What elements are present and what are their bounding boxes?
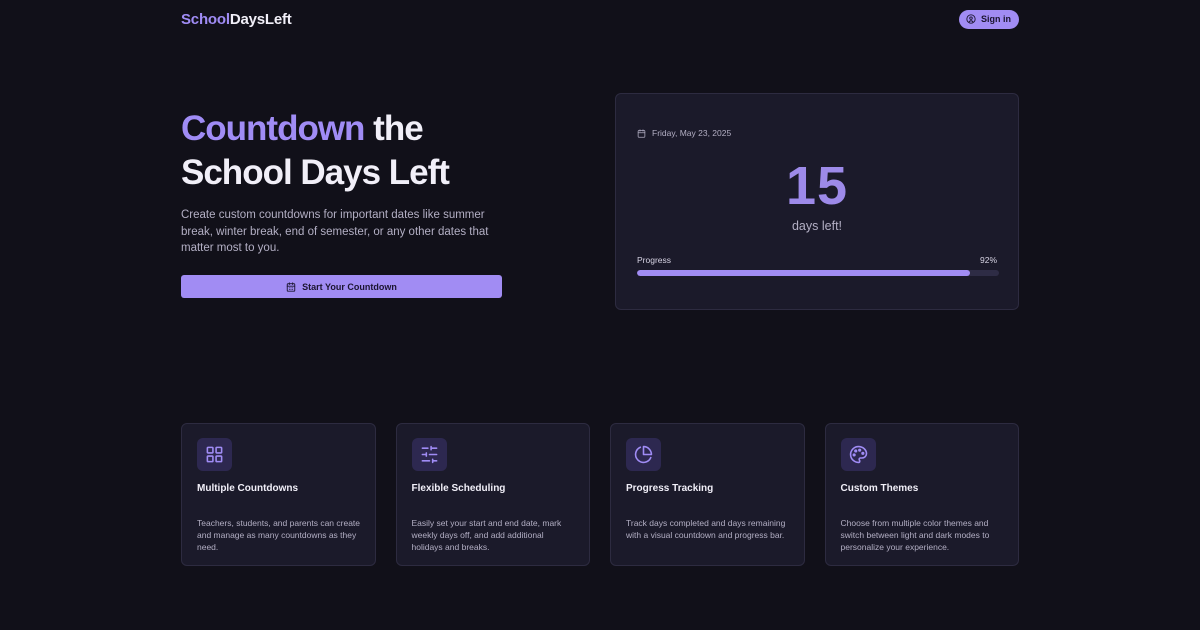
feature-icon-wrap <box>411 438 447 471</box>
features-section: Multiple Countdowns Teachers, students, … <box>181 423 1019 566</box>
countdown-card: Friday, May 23, 2025 15 days left! Progr… <box>615 93 1019 310</box>
start-countdown-label: Start Your Countdown <box>302 281 397 292</box>
sign-in-button[interactable]: Sign in <box>959 9 1019 29</box>
site-logo[interactable]: SchoolDaysLeft <box>181 11 292 28</box>
hero-title-accent: Countdown <box>181 109 365 148</box>
hero-description: Create custom countdowns for important d… <box>181 209 489 254</box>
grid-icon <box>206 446 223 463</box>
feature-card: Multiple Countdowns Teachers, students, … <box>181 423 376 566</box>
pie-chart-icon <box>634 445 653 464</box>
feature-icon-wrap <box>197 438 232 471</box>
hero-title: Countdown the School Days Left <box>181 107 601 195</box>
feature-description: Teachers, students, and parents can crea… <box>197 518 361 552</box>
feature-icon-wrap <box>840 438 876 471</box>
start-countdown-button[interactable]: Start Your Countdown <box>181 275 502 298</box>
feature-icon-wrap <box>626 438 661 471</box>
feature-title: Progress Tracking <box>626 483 714 494</box>
feature-card: Custom Themes Choose from multiple color… <box>824 423 1019 566</box>
feature-card: Flexible Scheduling Easily set your star… <box>395 423 590 566</box>
logo-part-daysleft: DaysLeft <box>229 10 292 28</box>
feature-card: Progress Tracking Track days completed a… <box>610 423 805 566</box>
days-left-label: days left! <box>791 219 843 233</box>
progress-bar-fill <box>637 270 971 276</box>
site-header: SchoolDaysLeft Sign in <box>181 9 1019 29</box>
countdown-date: Friday, May 23, 2025 <box>652 128 732 138</box>
feature-title: Multiple Countdowns <box>197 483 299 494</box>
countdown-date-row: Friday, May 23, 2025 <box>637 128 731 138</box>
feature-description: Track days completed and days remaining … <box>626 518 786 540</box>
feature-description: Choose from multiple color themes and sw… <box>840 518 990 552</box>
hero-title-rest: the <box>364 109 424 148</box>
sign-in-label: Sign in <box>981 14 1011 24</box>
user-circle-icon <box>966 14 976 24</box>
progress-percent: 92% <box>979 255 997 265</box>
feature-title: Flexible Scheduling <box>411 483 506 494</box>
sliders-icon <box>421 445 437 464</box>
days-left-number: 15 <box>785 156 849 216</box>
palette-icon <box>849 445 867 464</box>
calendar-icon <box>286 281 296 292</box>
progress-label: Progress <box>637 255 672 265</box>
calendar-icon <box>637 128 646 138</box>
progress-bar <box>637 270 999 276</box>
logo-part-school: School <box>181 10 230 28</box>
hero-title-line2: School Days Left <box>181 153 450 192</box>
feature-title: Custom Themes <box>840 483 919 494</box>
feature-description: Easily set your start and end date, mark… <box>411 518 562 552</box>
